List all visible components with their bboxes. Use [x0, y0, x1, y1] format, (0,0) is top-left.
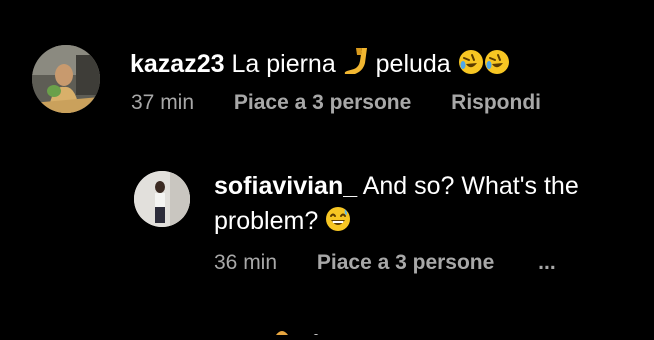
comment-likes[interactable]: Piace a 3 persone	[234, 91, 411, 114]
rofl-emoji	[484, 49, 510, 82]
reply-line-1: sofiavivian_ And so? What's the	[214, 172, 579, 201]
reply-button[interactable]: Rispondi	[451, 91, 541, 114]
comment-text-after: peluda	[375, 50, 451, 78]
reply-text-line1: And so? What's the	[362, 172, 579, 200]
avatar[interactable]	[32, 45, 100, 113]
comment-line: kazaz23 La pierna peluda	[130, 47, 510, 82]
leg-emoji	[343, 47, 369, 82]
comment-username[interactable]: kazaz23	[130, 50, 225, 78]
more-options-button[interactable]: ...	[538, 251, 556, 274]
reply-meta: 36 min Piace a 3 persone ...	[214, 251, 556, 275]
reply-time: 36 min	[214, 251, 278, 274]
comment-meta: 37 min Piace a 3 persone Rispondi	[131, 91, 541, 115]
emoji-reaction-bar	[268, 322, 328, 340]
comment-text-before: La pierna	[231, 50, 336, 78]
reply-username[interactable]: sofiavivian_	[214, 172, 357, 200]
reply-text-line2: problem?	[214, 207, 319, 235]
avatar[interactable]	[134, 171, 190, 227]
reply-likes[interactable]: Piace a 3 persone	[317, 251, 494, 274]
sweat-smile-emoji	[325, 206, 351, 239]
comment-time: 37 min	[131, 91, 195, 114]
reply-line-2: problem?	[214, 206, 351, 239]
rofl-emoji	[458, 49, 484, 82]
